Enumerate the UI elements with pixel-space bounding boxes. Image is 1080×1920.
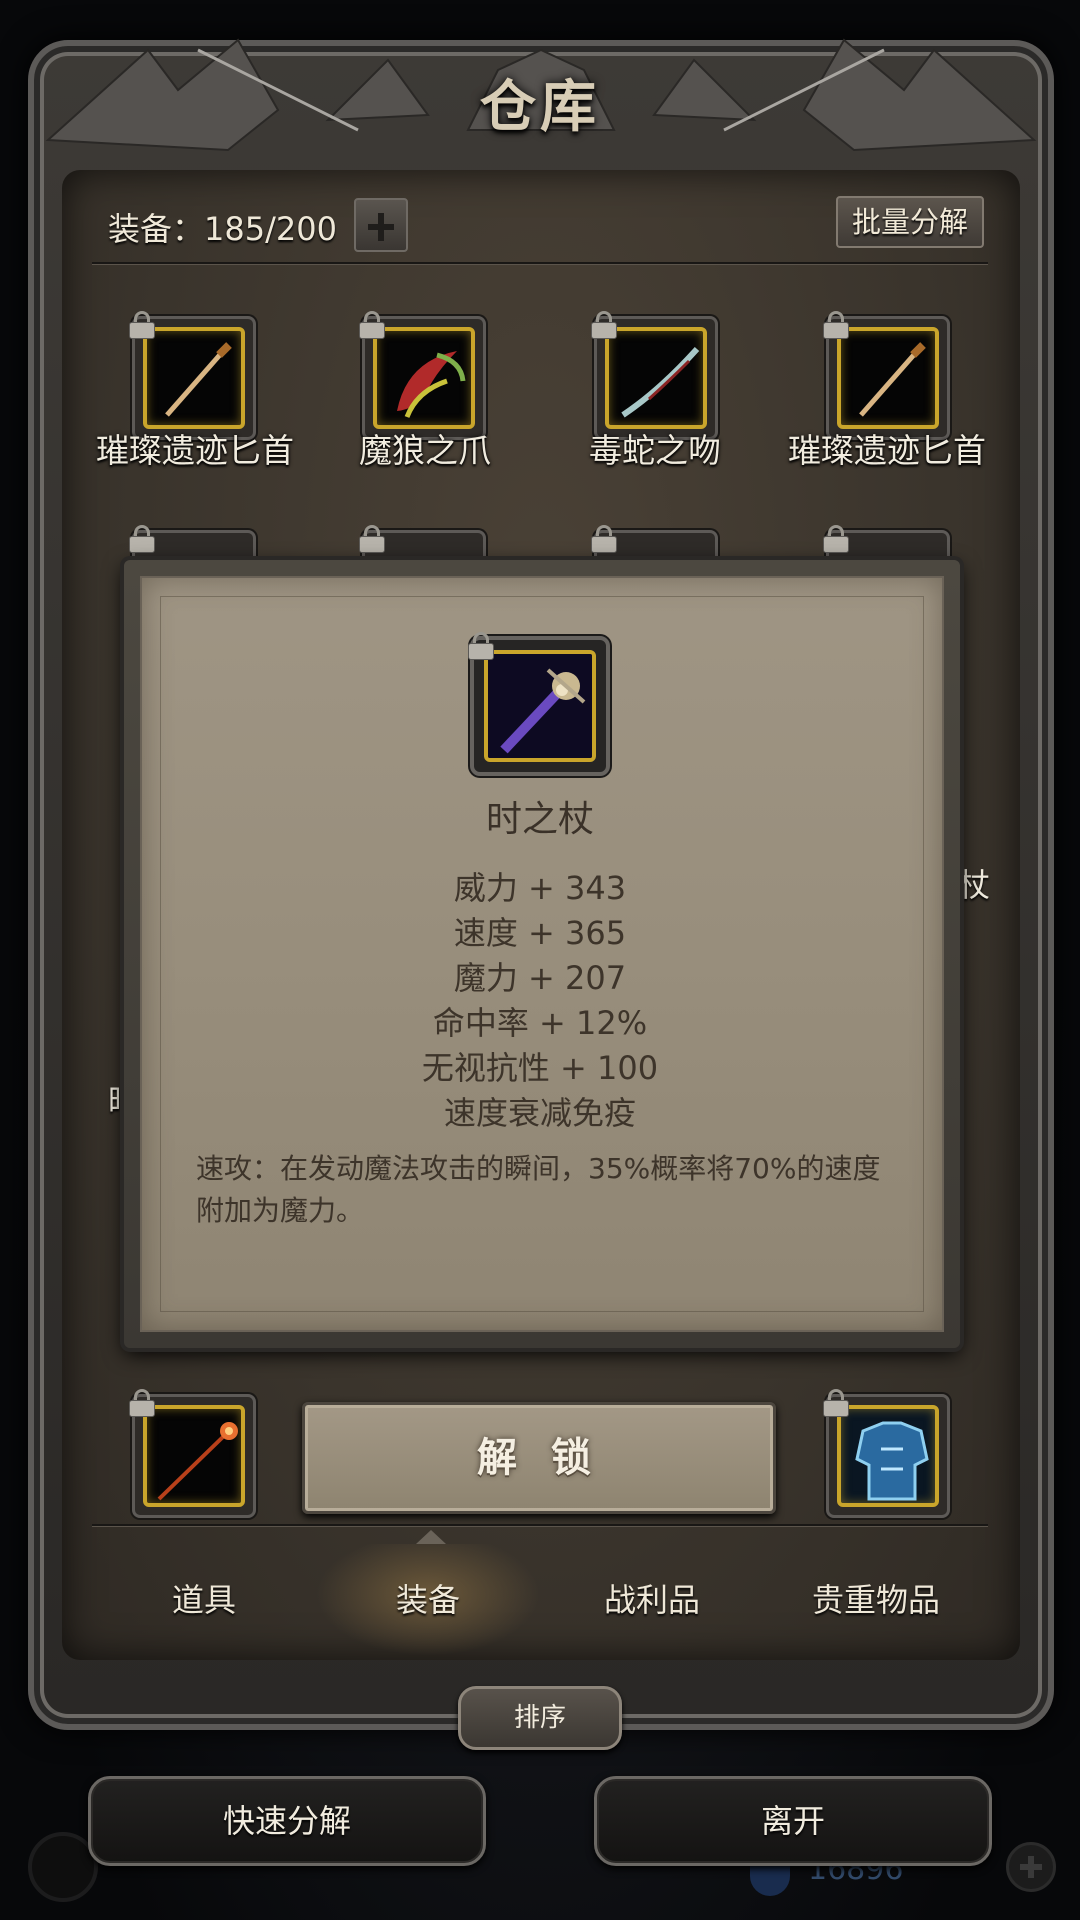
quick-decompose-button[interactable]: 快速分解 (88, 1776, 486, 1866)
leave-button[interactable]: 离开 (594, 1776, 992, 1866)
lock-icon (129, 1389, 155, 1417)
lock-icon (468, 632, 494, 660)
unlock-button[interactable]: 解 锁 (302, 1402, 776, 1514)
item-label: 魔狼之爪 (359, 431, 491, 470)
sort-button[interactable]: 排序 (458, 1686, 622, 1750)
tab-equipment[interactable]: 装备 (316, 1544, 540, 1656)
item-slot[interactable] (129, 311, 256, 440)
stat-line: 魔力 + 207 (453, 959, 627, 997)
item-description: 速攻：在发动魔法攻击的瞬间，35%概率将70%的速度附加为魔力。 (196, 1152, 881, 1227)
lock-icon (591, 525, 617, 553)
item-name: 时之杖 (485, 799, 594, 840)
tab-valuables[interactable]: 贵重物品 (764, 1544, 988, 1656)
divider (92, 262, 988, 265)
dagger-icon (143, 327, 245, 429)
item-preview-slot (468, 632, 610, 776)
item-slot[interactable] (129, 1389, 256, 1518)
item-label: 毒蛇之吻 (589, 431, 721, 470)
stat-line: 威力 + 343 (453, 869, 627, 907)
divider (92, 1524, 988, 1527)
equip-count: 装备：185/200 (108, 210, 337, 248)
batch-decompose-button[interactable]: 批量分解 (836, 196, 984, 248)
lock-icon (359, 311, 385, 339)
ice-armor-icon (837, 1405, 939, 1507)
item-stats: 威力 + 343 速度 + 365 魔力 + 207 命中率 + 12% 无视抗… (0, 866, 1080, 1136)
item-slot[interactable] (823, 1389, 950, 1518)
dagger-icon (837, 327, 939, 429)
lock-icon (591, 311, 617, 339)
category-tabs: 道具 装备 战利品 贵重物品 (92, 1544, 988, 1656)
lock-icon (129, 311, 155, 339)
item-slot[interactable] (823, 311, 950, 440)
window-title: 仓库 (480, 74, 600, 140)
item-label: 璀璨遗迹匕首 (788, 431, 986, 470)
flame-staff-icon (143, 1405, 245, 1507)
item-slot[interactable] (359, 311, 486, 440)
serpent-blade-icon (605, 327, 707, 429)
lock-icon (129, 525, 155, 553)
lock-icon (823, 525, 849, 553)
lock-icon (359, 525, 385, 553)
expand-capacity-button[interactable] (354, 198, 408, 252)
tab-loot[interactable]: 战利品 (540, 1544, 764, 1656)
lock-icon (823, 1389, 849, 1417)
tab-indicator-icon (416, 1530, 446, 1544)
item-slot[interactable] (591, 311, 718, 440)
stat-line: 无视抗性 + 100 (421, 1049, 659, 1087)
add-icon (1006, 1842, 1056, 1892)
item-label: 璀璨遗迹匕首 (96, 431, 294, 470)
stat-line: 速度 + 365 (453, 914, 627, 952)
stat-line: 速度衰减免疫 (443, 1094, 636, 1132)
claw-icon (373, 327, 475, 429)
staff-icon (484, 650, 596, 762)
lock-icon (823, 311, 849, 339)
stat-line: 命中率 + 12% (432, 1004, 648, 1042)
tab-items[interactable]: 道具 (92, 1544, 316, 1656)
